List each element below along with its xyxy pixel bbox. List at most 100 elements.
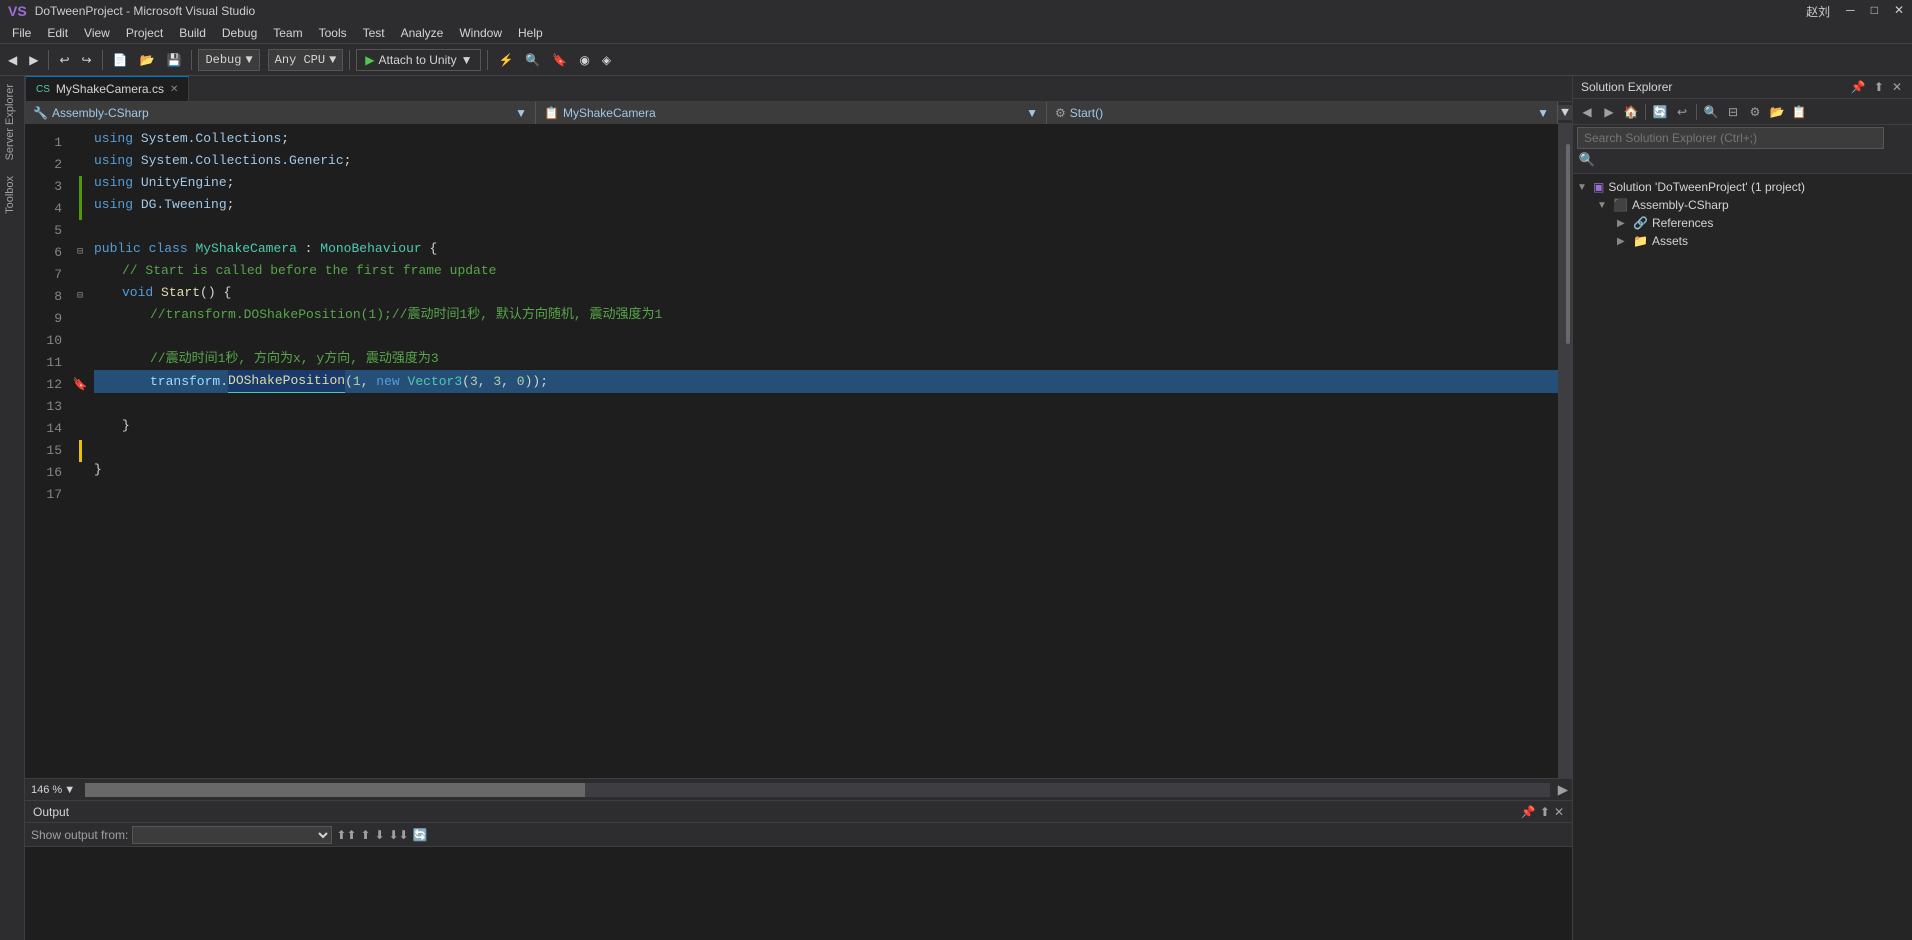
forward-button[interactable]: ▶ bbox=[25, 51, 42, 69]
gutter-11 bbox=[70, 352, 90, 374]
undo-button[interactable]: ↩ bbox=[55, 51, 73, 69]
gutter-13 bbox=[70, 396, 90, 418]
output-toolbar-btn-2[interactable]: ⬆ bbox=[361, 828, 371, 842]
back-button[interactable]: ◀ bbox=[4, 51, 21, 69]
code-line-3: using UnityEngine; bbox=[94, 172, 1558, 194]
output-title: Output bbox=[33, 805, 69, 819]
sol-settings-button[interactable]: ⚙ bbox=[1745, 102, 1765, 122]
output-toolbar-btn-4[interactable]: ⬇⬇ bbox=[389, 828, 409, 842]
scrollbar-thumb[interactable] bbox=[1566, 144, 1570, 344]
zoom-control[interactable]: 146 % ▼ bbox=[25, 779, 81, 801]
user-label: 赵刘 bbox=[1806, 3, 1830, 20]
tab-myshakecamera[interactable]: CS MyShakeCamera.cs ✕ bbox=[25, 76, 189, 101]
solution-toolbar: ◀ ▶ 🏠 🔄 ↩ 🔍 ⊟ ⚙ 📂 📋 bbox=[1573, 99, 1912, 125]
debug-config-dropdown[interactable]: Debug ▼ bbox=[198, 49, 259, 71]
menu-project[interactable]: Project bbox=[118, 24, 171, 42]
code-line-12: transform.DOShakePosition(1, new Vector3… bbox=[94, 370, 1558, 393]
toolbar-extra-1[interactable]: ⚡ bbox=[494, 51, 517, 69]
tree-item-assets[interactable]: ▶ 📁 Assets bbox=[1573, 232, 1912, 250]
solution-search-button[interactable]: 🔍 bbox=[1577, 149, 1597, 171]
collapse-method-icon[interactable]: ⊟ bbox=[77, 286, 83, 308]
main-layout: Server Explorer Toolbox CS MyShakeCamera… bbox=[0, 76, 1912, 940]
solution-close-button[interactable]: ✕ bbox=[1890, 80, 1904, 94]
close-btn[interactable]: ✕ bbox=[1894, 3, 1904, 20]
assembly-label: Assembly-CSharp bbox=[1632, 198, 1729, 212]
menu-team[interactable]: Team bbox=[265, 24, 310, 42]
output-toolbar-btn-5[interactable]: 🔄 bbox=[413, 828, 428, 842]
toolbar-extra-2[interactable]: 🔍 bbox=[521, 51, 544, 69]
tab-close-button[interactable]: ✕ bbox=[170, 84, 178, 95]
tree-item-solution[interactable]: ▼ ▣ Solution 'DoTweenProject' (1 project… bbox=[1573, 178, 1912, 196]
output-header-actions: 📌 ⬆ ✕ bbox=[1521, 805, 1564, 819]
output-toolbar-btn-1[interactable]: ⬆⬆ bbox=[336, 828, 356, 842]
menu-build[interactable]: Build bbox=[171, 24, 214, 42]
tab-label: MyShakeCamera.cs bbox=[56, 82, 164, 96]
output-source-dropdown[interactable] bbox=[132, 826, 332, 844]
gutter-7 bbox=[70, 264, 90, 286]
gutter-14 bbox=[70, 418, 90, 440]
redo-button[interactable]: ↪ bbox=[78, 51, 96, 69]
toolbar-extra-4[interactable]: ◉ bbox=[575, 51, 593, 69]
horizontal-scrollbar[interactable] bbox=[85, 783, 1550, 797]
toolbar-extra-3[interactable]: 🔖 bbox=[548, 51, 571, 69]
sol-sync-button[interactable]: 🔄 bbox=[1650, 102, 1670, 122]
assembly-icon: 🔧 bbox=[33, 106, 48, 120]
scroll-right-button[interactable]: ▶ bbox=[1554, 782, 1572, 798]
menu-analyze[interactable]: Analyze bbox=[393, 24, 452, 42]
tree-item-assembly[interactable]: ▼ ⬛ Assembly-CSharp bbox=[1573, 196, 1912, 214]
open-button[interactable]: 📂 bbox=[136, 51, 159, 69]
menu-file[interactable]: File bbox=[4, 24, 39, 42]
output-header: Output 📌 ⬆ ✕ bbox=[25, 801, 1572, 823]
attach-to-unity-button[interactable]: ▶ Attach to Unity ▼ bbox=[356, 49, 481, 71]
sol-back-button[interactable]: ◀ bbox=[1577, 102, 1597, 122]
bottom-bar: 146 % ▼ ▶ bbox=[25, 778, 1572, 800]
output-dock-button[interactable]: ⬆ bbox=[1540, 805, 1550, 819]
output-pin-button[interactable]: 📌 bbox=[1521, 805, 1536, 819]
sol-open-file-button[interactable]: 📂 bbox=[1767, 102, 1787, 122]
menu-bar: File Edit View Project Build Debug Team … bbox=[0, 22, 1912, 44]
sol-refresh-button[interactable]: ↩ bbox=[1672, 102, 1692, 122]
sol-filter-button[interactable]: 🔍 bbox=[1701, 102, 1721, 122]
method-dropdown[interactable]: ⚙ Start() ▼ bbox=[1047, 102, 1558, 124]
sol-forward-button[interactable]: ▶ bbox=[1599, 102, 1619, 122]
assembly-dropdown[interactable]: 🔧 Assembly-CSharp ▼ bbox=[25, 102, 536, 124]
output-toolbar-btn-3[interactable]: ⬇ bbox=[375, 828, 385, 842]
toolbox-tab[interactable]: Toolbox bbox=[0, 168, 24, 222]
toolbar-sep-1 bbox=[48, 50, 49, 70]
toolbar-extra-5[interactable]: ◈ bbox=[598, 51, 615, 69]
sol-props-button[interactable]: 📋 bbox=[1789, 102, 1809, 122]
class-label: MyShakeCamera bbox=[563, 106, 656, 120]
nav-scroll-btn[interactable]: ▼ bbox=[1558, 105, 1572, 120]
output-close-button[interactable]: ✕ bbox=[1554, 805, 1564, 819]
server-explorer-tab[interactable]: Server Explorer bbox=[0, 76, 24, 168]
code-line-5 bbox=[94, 216, 1558, 238]
menu-window[interactable]: Window bbox=[451, 24, 510, 42]
menu-test[interactable]: Test bbox=[355, 24, 393, 42]
solution-search-input[interactable] bbox=[1577, 127, 1884, 149]
sol-home-button[interactable]: 🏠 bbox=[1621, 102, 1641, 122]
menu-edit[interactable]: Edit bbox=[39, 24, 76, 42]
code-content[interactable]: using System.Collections; using System.C… bbox=[90, 124, 1558, 778]
save-button[interactable]: 💾 bbox=[163, 51, 186, 69]
menu-tools[interactable]: Tools bbox=[311, 24, 355, 42]
sol-collapse-button[interactable]: ⊟ bbox=[1723, 102, 1743, 122]
horizontal-scroll-thumb[interactable] bbox=[85, 783, 585, 797]
menu-view[interactable]: View bbox=[76, 24, 118, 42]
platform-dropdown[interactable]: Any CPU ▼ bbox=[268, 49, 344, 71]
minimize-btn[interactable]: ─ bbox=[1846, 3, 1855, 20]
maximize-btn[interactable]: □ bbox=[1871, 3, 1878, 20]
tree-item-references[interactable]: ▶ 🔗 References bbox=[1573, 214, 1912, 232]
code-line-13 bbox=[94, 393, 1558, 415]
menu-help[interactable]: Help bbox=[510, 24, 551, 42]
solution-dock-button[interactable]: ⬆ bbox=[1872, 80, 1886, 94]
code-line-11: //震动时间1秒, 方向为x, y方向, 震动强度为3 bbox=[94, 348, 1558, 370]
vs-logo: VS bbox=[8, 3, 27, 19]
output-content bbox=[25, 847, 1572, 940]
collapse-class-icon[interactable]: ⊟ bbox=[77, 242, 83, 264]
editor-scrollbar[interactable] bbox=[1558, 124, 1572, 778]
menu-debug[interactable]: Debug bbox=[214, 24, 265, 42]
class-dropdown[interactable]: 📋 MyShakeCamera ▼ bbox=[536, 102, 1047, 124]
new-file-button[interactable]: 📄 bbox=[109, 51, 132, 69]
bookmark-icon: 🔖 bbox=[73, 374, 88, 396]
solution-pin-button[interactable]: 📌 bbox=[1849, 80, 1868, 94]
